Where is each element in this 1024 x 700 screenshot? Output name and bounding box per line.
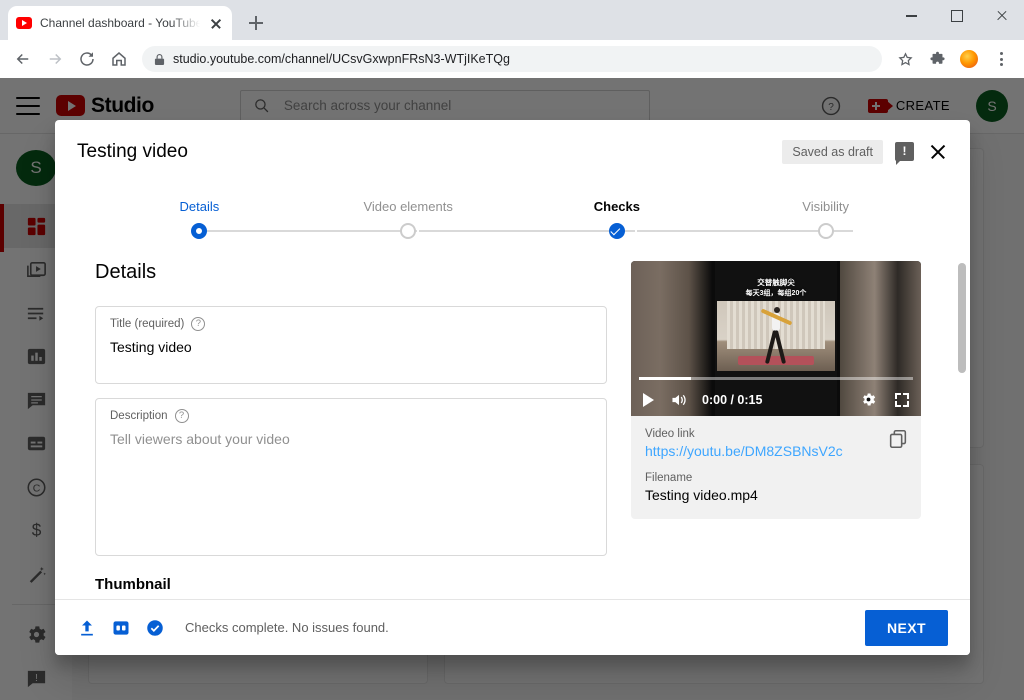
video-person <box>760 305 793 367</box>
video-metadata: Video link https://youtu.be/DM8ZSBNsV2c … <box>631 416 921 519</box>
dialog-scrollbar[interactable] <box>958 263 966 373</box>
copy-icon[interactable] <box>887 428 909 450</box>
url-text: studio.youtube.com/channel/UCsvGxwpnFRsN… <box>173 52 510 66</box>
check-circle-icon <box>145 618 165 638</box>
upload-stepper: Details Video elements Checks Visibility <box>55 183 970 245</box>
title-field-label-row: Title (required) ? <box>110 317 592 331</box>
help-icon[interactable]: ? <box>191 317 206 331</box>
toolbar-right-actions <box>890 44 1016 74</box>
browser-toolbar: studio.youtube.com/channel/UCsvGxwpnFRsN… <box>0 40 1024 78</box>
step-dot-video-elements[interactable] <box>400 223 417 239</box>
checks-status-text: Checks complete. No issues found. <box>185 620 389 635</box>
step-dot-checks[interactable] <box>608 223 625 239</box>
browser-tab[interactable]: Channel dashboard - YouTube St <box>8 6 232 40</box>
video-player[interactable]: 交替触脚尖 每天3组，每组20个 0:00 / 0:15 <box>631 261 921 416</box>
video-time: 0:00 / 0:15 <box>702 392 763 407</box>
step-label: Details <box>179 199 220 214</box>
step-visibility[interactable]: Visibility <box>721 183 930 245</box>
title-field-label: Title (required) <box>110 318 185 330</box>
stepper-steps: Details Video elements Checks Visibility <box>95 183 930 245</box>
filename-value: Testing video.mp4 <box>645 487 758 503</box>
video-upload-dialog: Testing video Saved as draft Details Vid… <box>55 120 970 655</box>
video-progress-played <box>639 377 692 380</box>
description-field[interactable]: Description ? Tell viewers about your vi… <box>95 398 607 556</box>
sd-quality-icon <box>111 618 131 638</box>
video-overlay-text: 交替触脚尖 每天3组，每组20个 <box>715 277 837 299</box>
description-field-placeholder: Tell viewers about your video <box>110 431 290 447</box>
help-icon[interactable]: ? <box>174 409 189 423</box>
gear-icon[interactable] <box>860 391 877 408</box>
description-field-label-row: Description ? <box>110 409 592 423</box>
step-dot-details[interactable] <box>191 223 208 239</box>
status-badge: Saved as draft <box>782 139 883 164</box>
kebab-menu-icon[interactable] <box>986 44 1016 74</box>
video-preview-column: 交替触脚尖 每天3组，每组20个 0:00 / 0:15 Video link … <box>631 261 921 593</box>
address-bar[interactable]: studio.youtube.com/channel/UCsvGxwpnFRsN… <box>142 46 882 72</box>
details-column: Details Title (required) ? Testing video… <box>95 261 607 593</box>
title-field[interactable]: Title (required) ? Testing video <box>95 306 607 384</box>
video-overlay-line1: 交替触脚尖 <box>757 278 795 287</box>
close-window-icon[interactable] <box>979 0 1024 32</box>
step-dot-visibility[interactable] <box>817 223 834 239</box>
tab-close-icon[interactable] <box>208 15 224 31</box>
step-checks[interactable]: Checks <box>513 183 722 245</box>
video-link[interactable]: https://youtu.be/DM8ZSBNsV2c <box>645 443 907 459</box>
youtube-icon <box>16 17 32 29</box>
dialog-scroll-area: Details Title (required) ? Testing video… <box>55 245 970 599</box>
new-tab-button[interactable] <box>243 10 269 36</box>
video-progress-bar[interactable] <box>639 377 913 380</box>
video-link-label: Video link <box>645 428 695 440</box>
video-card: 交替触脚尖 每天3组，每组20个 0:00 / 0:15 Video link … <box>631 261 921 519</box>
title-field-value: Testing video <box>110 339 192 355</box>
step-label: Visibility <box>802 199 849 214</box>
tab-title: Channel dashboard - YouTube St <box>40 16 200 30</box>
home-icon[interactable] <box>104 44 134 74</box>
window-controls <box>889 0 1024 32</box>
browser-chrome: Channel dashboard - YouTube St studio.yo… <box>0 0 1024 78</box>
stepper-connector <box>201 230 417 232</box>
star-icon[interactable] <box>890 44 920 74</box>
minimize-icon[interactable] <box>889 0 934 32</box>
dialog-title: Testing video <box>77 140 188 162</box>
next-button[interactable]: NEXT <box>865 609 948 646</box>
video-controls: 0:00 / 0:15 <box>631 383 921 416</box>
step-video-elements[interactable]: Video elements <box>304 183 513 245</box>
description-field-label: Description <box>110 410 168 422</box>
step-label: Checks <box>593 199 640 214</box>
step-details[interactable]: Details <box>95 183 304 245</box>
maximize-icon[interactable] <box>934 0 979 32</box>
issue-alert-icon[interactable] <box>895 142 914 165</box>
thumbnail-heading: Thumbnail <box>95 576 171 593</box>
step-label: Video elements <box>363 199 453 214</box>
reload-icon[interactable] <box>72 44 102 74</box>
video-overlay-line2: 每天3组，每组20个 <box>745 290 807 297</box>
puzzle-icon[interactable] <box>922 44 952 74</box>
volume-icon[interactable] <box>670 392 688 408</box>
forward-arrow-icon[interactable] <box>40 44 70 74</box>
upload-icon <box>77 618 97 638</box>
fullscreen-icon[interactable] <box>895 392 909 407</box>
play-icon[interactable] <box>643 392 654 407</box>
back-arrow-icon[interactable] <box>8 44 38 74</box>
dialog-header: Testing video Saved as draft <box>55 120 970 183</box>
tab-strip: Channel dashboard - YouTube St <box>0 0 1024 40</box>
lock-icon <box>154 53 165 65</box>
dialog-header-actions: Saved as draft <box>782 139 950 165</box>
close-icon[interactable] <box>926 140 950 164</box>
stepper-connector <box>419 230 635 232</box>
extension-orange-icon[interactable] <box>954 44 984 74</box>
dialog-footer: Checks complete. No issues found. NEXT <box>55 599 970 655</box>
page-title: Details <box>95 261 157 283</box>
filename-label: Filename <box>645 472 693 484</box>
